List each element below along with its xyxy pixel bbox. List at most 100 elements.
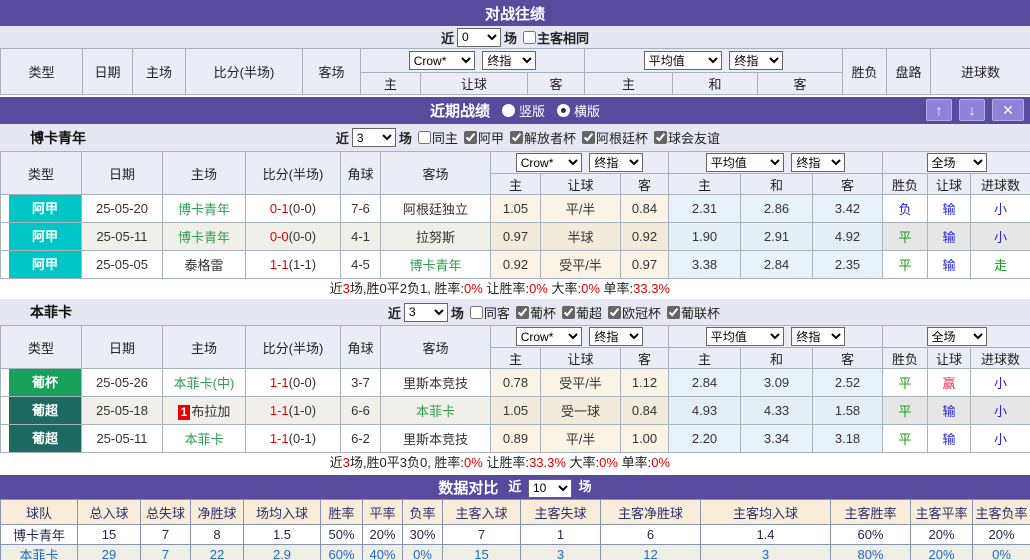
handicap-result-value: 赢 [942,376,956,391]
avg-home-cell: 2.84 [668,368,742,397]
move-up-button[interactable]: ↑ [926,99,952,121]
match-analysis-page: 对战往绩 近 0 场 主客相同 类型 日期 主场 比分(半场) 客场 Crow* [0,0,1030,560]
near-label: 近 [335,131,349,146]
odds-select-cell: Crow* 终指 [489,151,670,174]
goals-result-value: 小 [994,230,1008,245]
result-value: 平 [898,230,912,245]
compare-near-select[interactable]: 10 [528,478,572,498]
corner-cell: 7-6 [340,194,381,223]
team1-near-select[interactable]: 3 [351,128,396,147]
same-home-away-checkbox[interactable] [523,30,536,44]
odds-stage-select[interactable]: 终指 [589,153,644,172]
avg-home-cell: 3.38 [668,250,742,279]
bookmaker-select[interactable]: Crow* [408,51,475,70]
avg-select-cell: 平均值 终指 [668,151,884,174]
goals-result-value: 小 [994,376,1008,391]
arrow-up-icon: ↑ [935,102,943,118]
away-team: 博卡青年 [409,258,462,273]
col-away: 客场 [302,48,361,95]
bookmaker-select[interactable]: Crow* [515,327,582,346]
result-cell: 平 [882,396,929,425]
away-cell: 里斯本竞技 [380,424,491,453]
recent-section-bar: 近期战绩 竖版 横版 ↑ ↓ ✕ [0,97,1030,124]
odds-home-cell: 0.89 [490,424,541,453]
result-value: 平 [898,258,912,273]
competition-badge: 葡超 [9,397,81,424]
avg-stage-select[interactable]: 终指 [791,327,846,346]
team2-near-select[interactable]: 3 [403,302,448,322]
odds-stage-select[interactable]: 终指 [589,327,644,346]
horizontal-radio-icon[interactable] [557,104,570,117]
goals-result-cell: 小 [970,396,1030,425]
h2h-near-select[interactable]: 0 [456,27,501,47]
rank-badge: 1 [177,405,191,420]
team2-recent-table: 类型 日期 主场 比分(半场) 角球 客场 Crow* 终指 平均值 终指 全场 [0,325,1030,453]
panel-controls: ↑ ↓ ✕ [919,99,1024,121]
bookmaker-select[interactable]: Crow* [515,153,582,172]
compare-near-group: 近 10 场 [508,476,592,498]
avg-home-cell: 1.90 [668,222,742,251]
competition-checkbox[interactable] [581,131,595,144]
result-value: 负 [898,202,912,217]
near-label: 近 [440,30,454,46]
handicap-cell: 平/半 [540,424,621,453]
col-ha-avg-goals: 主客均入球 [700,499,831,525]
full-match-select[interactable]: 全场 [926,153,987,172]
sub-handicap-result: 让球 [927,347,972,369]
home-cell: 博卡青年 [162,222,246,251]
odds-stage-select[interactable]: 终指 [482,51,537,70]
matches-label: 场 [450,305,464,321]
competition-checkbox[interactable] [463,131,477,144]
stat-cell: 0% [972,544,1030,560]
away-cell: 博卡青年 [380,250,491,279]
average-select[interactable]: 平均值 [643,51,722,70]
avg-select-cell: 平均值 终指 [668,325,884,348]
half-score: (0-0) [288,201,317,216]
col-score: 比分(半场) [245,151,341,195]
competition-checkbox[interactable] [515,305,529,319]
away-team: 里斯本竞技 [402,432,468,447]
avg-stage-select[interactable]: 终指 [729,51,784,70]
competition-label: 葡超 [575,305,602,321]
same-home-checkbox[interactable] [417,131,431,144]
odds-home-cell: 1.05 [490,194,541,223]
close-button[interactable]: ✕ [992,99,1024,121]
result-cell: 负 [882,194,929,223]
full-score: 0-1 [269,201,289,216]
avg-stage-select[interactable]: 终指 [791,153,846,172]
half-score: (0-1) [288,431,317,446]
avg-draw-cell: 3.34 [740,424,814,453]
handicap-cell: 受一球 [540,396,621,425]
move-down-button[interactable]: ↓ [959,99,985,121]
corner-cell: 4-5 [340,250,381,279]
competition-checkbox[interactable] [561,305,575,319]
stat-cell: 50% [320,524,363,545]
type-cell: 阿甲 [0,194,82,223]
same-away-checkbox[interactable] [469,305,483,319]
col-type: 类型 [0,325,82,369]
competition-checkbox[interactable] [666,305,680,319]
match-row: 葡杯 25-05-26 本菲卡(中) 1-1(0-0) 3-7 里斯本竞技 0.… [0,368,1030,397]
home-team: 博卡青年 [177,202,230,217]
competition-checkbox[interactable] [607,305,621,319]
competition-checkbox[interactable] [653,131,667,144]
vertical-radio-icon[interactable] [501,104,515,117]
competition-badge: 葡杯 [9,369,81,396]
competition-checkbox[interactable] [509,131,523,144]
sub-result: 胜负 [882,173,929,195]
col-goal-diff: 净胜球 [190,499,244,525]
full-score: 0-0 [269,229,289,244]
result-cell: 平 [882,368,929,397]
result-cell: 平 [882,222,929,251]
odds-away-cell: 0.92 [619,222,670,251]
stat-cell: 2.9 [243,544,321,560]
average-select[interactable]: 平均值 [705,327,784,346]
sub-home2: 主 [584,72,674,95]
match-row: 阿甲 25-05-05 泰格雷 1-1(1-1) 4-5 博卡青年 0.92 受… [0,250,1030,279]
full-match-select[interactable]: 全场 [926,327,987,346]
half-score: (0-0) [288,229,317,244]
competition-badge: 阿甲 [9,251,81,278]
average-select[interactable]: 平均值 [705,153,784,172]
close-icon: ✕ [1002,102,1014,118]
stat-cell: 30% [402,524,443,545]
